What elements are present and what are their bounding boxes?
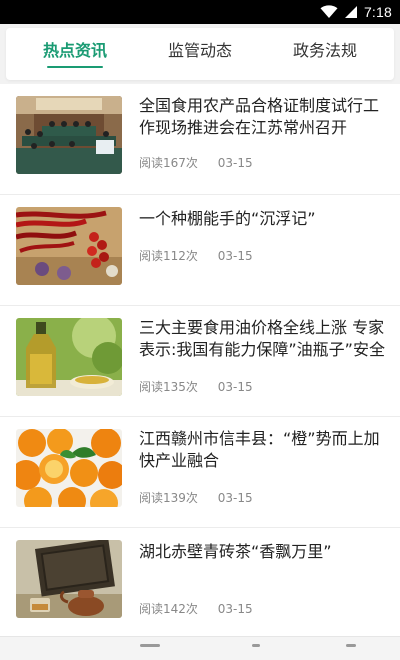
conference-room-photo bbox=[16, 96, 122, 174]
publish-date: 03-15 bbox=[217, 491, 253, 505]
list-item[interactable]: 湖北赤壁青砖茶“香飘万里” 阅读142次 03-15 bbox=[0, 528, 400, 639]
status-bar: 7:18 bbox=[0, 0, 400, 24]
tab-policies-label: 政务法规 bbox=[292, 41, 357, 60]
list-item[interactable]: 一个种棚能手的“沉浮记” 阅读112次 03-15 bbox=[0, 195, 400, 306]
article-meta: 阅读142次 03-15 bbox=[139, 600, 253, 617]
tab-hot-news[interactable]: 热点资讯 bbox=[20, 28, 130, 80]
article-meta: 阅读112次 03-15 bbox=[139, 247, 253, 264]
list-item[interactable]: 全国食用农产品合格证制度试行工作现场推进会在江苏常州召开 阅读167次 03-1… bbox=[0, 84, 400, 195]
article-meta: 阅读139次 03-15 bbox=[139, 489, 253, 506]
article-title: 三大主要食用油价格全线上涨 专家表示:我国有能力保障”油瓶子”安全 bbox=[139, 318, 385, 359]
oil-bottle-photo bbox=[16, 318, 122, 396]
tab-regulation-news[interactable]: 监管动态 bbox=[145, 28, 255, 80]
nav-icon-fragment bbox=[252, 644, 260, 647]
tab-bar: 热点资讯 监管动态 政务法规 bbox=[6, 28, 394, 80]
publish-date: 03-15 bbox=[217, 602, 253, 616]
publish-date: 03-15 bbox=[217, 380, 253, 394]
article-meta: 阅读167次 03-15 bbox=[139, 154, 253, 171]
tab-hot-news-label: 热点资讯 bbox=[42, 41, 107, 60]
status-time: 7:18 bbox=[363, 4, 392, 20]
nav-icon-fragment bbox=[140, 644, 160, 647]
wifi-icon bbox=[320, 5, 338, 19]
read-count: 阅读135次 bbox=[139, 380, 198, 394]
signal-icon bbox=[344, 5, 358, 19]
article-title: 全国食用农产品合格证制度试行工作现场推进会在江苏常州召开 bbox=[139, 96, 380, 137]
status-icons: 7:18 bbox=[320, 2, 392, 22]
tab-regulation-news-label: 监管动态 bbox=[167, 41, 232, 60]
list-item[interactable]: 江西赣州市信丰县：“橙”势而上加快产业融合 阅读139次 03-15 bbox=[0, 417, 400, 528]
nav-icon-fragment bbox=[346, 644, 356, 647]
article-meta: 阅读135次 03-15 bbox=[139, 378, 253, 395]
read-count: 阅读112次 bbox=[139, 249, 198, 263]
read-count: 阅读167次 bbox=[139, 156, 198, 170]
oranges-photo bbox=[16, 429, 122, 507]
bottom-nav-strip bbox=[0, 636, 400, 660]
article-list: 全国食用农产品合格证制度试行工作现场推进会在江苏常州召开 阅读167次 03-1… bbox=[0, 84, 400, 639]
active-tab-indicator bbox=[47, 66, 103, 68]
publish-date: 03-15 bbox=[217, 249, 253, 263]
chili-peppers-photo bbox=[16, 207, 122, 285]
article-title: 一个种棚能手的“沉浮记” bbox=[139, 209, 316, 228]
tab-policies[interactable]: 政务法规 bbox=[270, 28, 380, 80]
article-title: 湖北赤壁青砖茶“香飘万里” bbox=[139, 542, 332, 561]
article-title: 江西赣州市信丰县：“橙”势而上加快产业融合 bbox=[139, 429, 380, 470]
brick-tea-photo bbox=[16, 540, 122, 618]
list-item[interactable]: 三大主要食用油价格全线上涨 专家表示:我国有能力保障”油瓶子”安全 阅读135次… bbox=[0, 306, 400, 417]
read-count: 阅读142次 bbox=[139, 602, 198, 616]
publish-date: 03-15 bbox=[217, 156, 253, 170]
read-count: 阅读139次 bbox=[139, 491, 198, 505]
